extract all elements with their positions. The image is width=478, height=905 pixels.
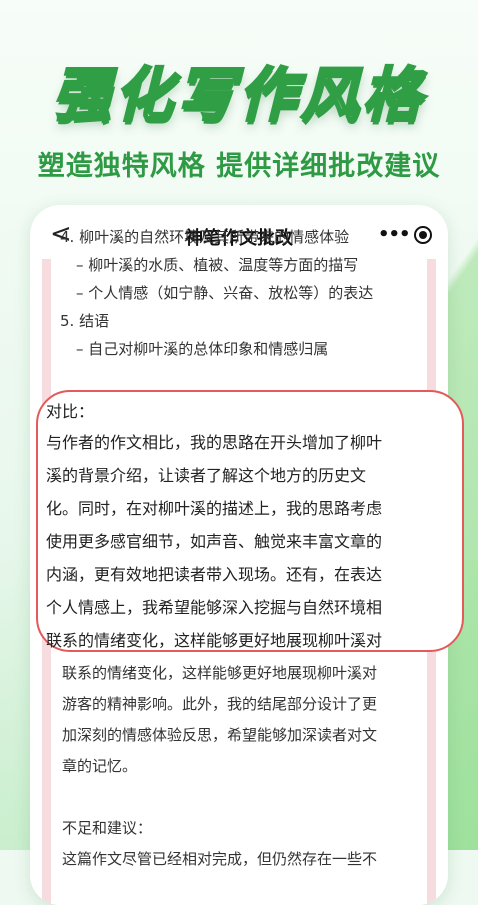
comparison-line: 内涵，更有效地把读者带入现场。还有，在表达	[46, 565, 383, 584]
comparison-line: 化。同时，在对柳叶溪的描述上，我的思路考虑	[46, 499, 383, 518]
comparison-line: 对比：	[46, 402, 95, 421]
comparison-text: 对比： 与作者的作文相比，我的思路在开头增加了柳叶 溪的背景介绍，让读者了解这个…	[46, 398, 458, 657]
outline-line: – 自己对柳叶溪的总体印象和情感归属	[76, 340, 329, 358]
promo-headline: 强化写作风格	[51, 60, 425, 131]
comparison-line: 溪的背景介绍，让读者了解这个地方的历史文	[46, 466, 367, 485]
comparison-line: 使用更多感官细节，如声音、触觉来丰富文章的	[46, 532, 383, 551]
outline-line: 4. 柳叶溪的自然环境及其所带来的情感体验	[60, 228, 350, 246]
essay-line: 不足和建议：	[62, 819, 153, 837]
essay-line	[62, 782, 442, 813]
essay-continuation: 联系的情绪变化，这样能够更好地展现柳叶溪对 游客的精神影响。此外，我的结尾部分设…	[62, 658, 442, 875]
comparison-line: 与作者的作文相比，我的思路在开头增加了柳叶	[46, 433, 383, 452]
outline-line: 5. 结语	[60, 312, 110, 330]
promo-subline: 塑造独特风格 提供详细批改建议	[37, 151, 441, 182]
essay-line: 章的记忆。	[62, 757, 138, 775]
outline-line: – 柳叶溪的水质、植被、温度等方面的描写	[76, 256, 359, 274]
outline-section: 4. 柳叶溪的自然环境及其所带来的情感体验 – 柳叶溪的水质、植被、温度等方面的…	[60, 228, 420, 363]
essay-line: 加深刻的情感体验反思，希望能够加深读者对文	[62, 726, 378, 744]
essay-line: 游客的精神影响。此外，我的结尾部分设计了更	[62, 695, 378, 713]
comparison-line: 联系的情绪变化，这样能够更好地展现柳叶溪对	[46, 631, 383, 650]
essay-line: 联系的情绪变化，这样能够更好地展现柳叶溪对	[62, 664, 378, 682]
comparison-line: 个人情感上，我希望能够深入挖掘与自然环境相	[46, 598, 383, 617]
essay-line: 这篇作文尽管已经相对完成，但仍然存在一些不	[62, 850, 378, 868]
outline-line: – 个人情感（如宁静、兴奋、放松等）的表达	[76, 284, 374, 302]
